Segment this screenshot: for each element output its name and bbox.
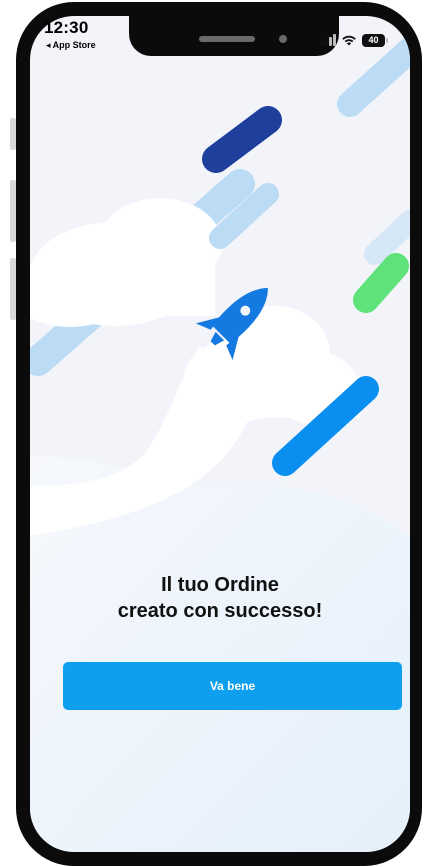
cellular-signal-icon xyxy=(320,34,336,46)
earpiece-speaker xyxy=(199,36,255,42)
success-message: Il tuo Ordine creato con successo! xyxy=(30,572,410,624)
status-time: 12:30 xyxy=(44,18,89,37)
battery-indicator: 40 xyxy=(362,33,388,47)
streak-light-top xyxy=(337,37,410,117)
app-screen xyxy=(30,16,410,852)
front-camera xyxy=(279,35,287,43)
cloud-left xyxy=(30,198,222,327)
status-indicators: 40 xyxy=(320,30,388,50)
ok-button[interactable]: Va bene xyxy=(63,662,402,710)
streak-dark xyxy=(202,106,282,173)
device-mockup: 12:30 ◂ App Store 40 Il tuo Ordine creat… xyxy=(0,0,427,867)
device-notch xyxy=(129,16,339,56)
back-to-app-store-link[interactable]: ◂ App Store xyxy=(46,40,96,51)
success-message-line2: creato con successo! xyxy=(117,600,323,622)
wifi-icon xyxy=(342,35,356,46)
success-message-line1: Il tuo Ordine xyxy=(161,574,279,596)
streak-green xyxy=(353,253,409,313)
streak-light-right xyxy=(364,210,410,265)
battery-level: 40 xyxy=(368,35,379,45)
rocket-illustration xyxy=(30,37,410,852)
